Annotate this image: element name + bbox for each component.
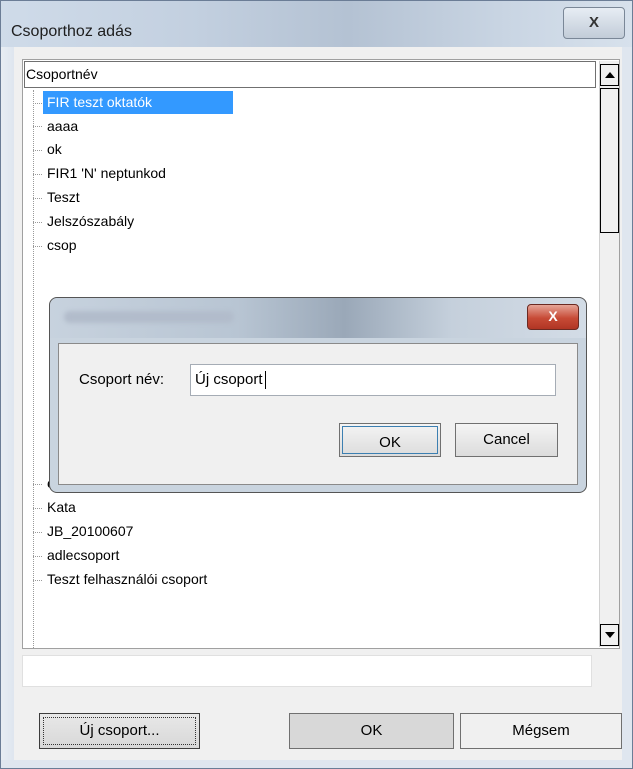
tree-item[interactable]: adlecsoport (43, 544, 123, 567)
group-add-window: Csoporthoz adás X Csoportnév FIR teszt o… (0, 0, 633, 769)
tree-connector (33, 508, 42, 509)
ok-button[interactable]: OK (289, 713, 454, 749)
tree-item[interactable]: Kata (43, 496, 80, 519)
tree-item[interactable]: aaaa (43, 115, 82, 138)
tree-connector (33, 246, 42, 247)
tree-connector (33, 532, 42, 533)
tree-connector (33, 103, 42, 104)
dialog-body: Csoport név: Új csoport OK Cancel (58, 343, 578, 485)
new-group-button-label: Új csoport... (43, 717, 196, 745)
tree-connector (33, 222, 42, 223)
tree-connector (33, 174, 42, 175)
scroll-up-button[interactable] (600, 64, 619, 86)
dialog-close-button[interactable]: X (527, 304, 579, 330)
tree-item[interactable]: FIR1 'N' neptunkod (43, 162, 170, 185)
scroll-thumb[interactable] (600, 88, 619, 233)
tree-connector (33, 484, 42, 485)
status-field[interactable] (22, 655, 592, 687)
tree-connector (33, 556, 42, 557)
tree-item-selected[interactable]: FIR teszt oktatók (43, 91, 233, 114)
tree-item[interactable]: Teszt (43, 186, 84, 209)
tree-item[interactable]: JB_20100607 (43, 520, 137, 543)
tree-connector (33, 126, 42, 127)
tree-item[interactable]: Jelszószabály (43, 210, 138, 233)
dialog-ok-button[interactable]: OK (339, 423, 441, 457)
close-icon: X (548, 308, 558, 324)
tree-connector (33, 150, 42, 151)
tree-item[interactable]: ok (43, 138, 66, 161)
window-close-button[interactable]: X (563, 7, 625, 39)
arrow-down-icon (605, 632, 615, 638)
dialog-title-blurred (64, 311, 234, 323)
group-name-input[interactable]: Új csoport (190, 364, 556, 396)
dialog-ok-label: OK (342, 426, 438, 454)
window-title: Csoporthoz adás (11, 23, 132, 40)
tree-column-header[interactable]: Csoportnév (24, 61, 596, 88)
group-name-label: Csoport név: (79, 371, 165, 388)
tree-connector (33, 580, 42, 581)
text-caret (264, 371, 266, 390)
group-name-value: Új csoport (195, 371, 263, 388)
tree-scrollbar[interactable] (599, 61, 619, 647)
new-group-button[interactable]: Új csoport... (39, 713, 200, 749)
dialog-cancel-button[interactable]: Cancel (455, 423, 558, 457)
scroll-down-button[interactable] (600, 624, 619, 646)
tree-connector (33, 198, 42, 199)
close-icon: X (588, 14, 599, 31)
window-titlebar[interactable]: Csoporthoz adás X (1, 1, 632, 47)
tree-item[interactable]: Teszt felhasználói csoport (43, 568, 211, 591)
arrow-up-icon (605, 72, 615, 78)
dialog-titlebar[interactable]: X (50, 298, 586, 338)
cancel-button[interactable]: Mégsem (460, 713, 622, 749)
group-name-dialog: X Csoport név: Új csoport OK Cancel (49, 297, 587, 493)
window-frame-edge (1, 47, 13, 760)
tree-item[interactable]: csop (43, 234, 81, 257)
